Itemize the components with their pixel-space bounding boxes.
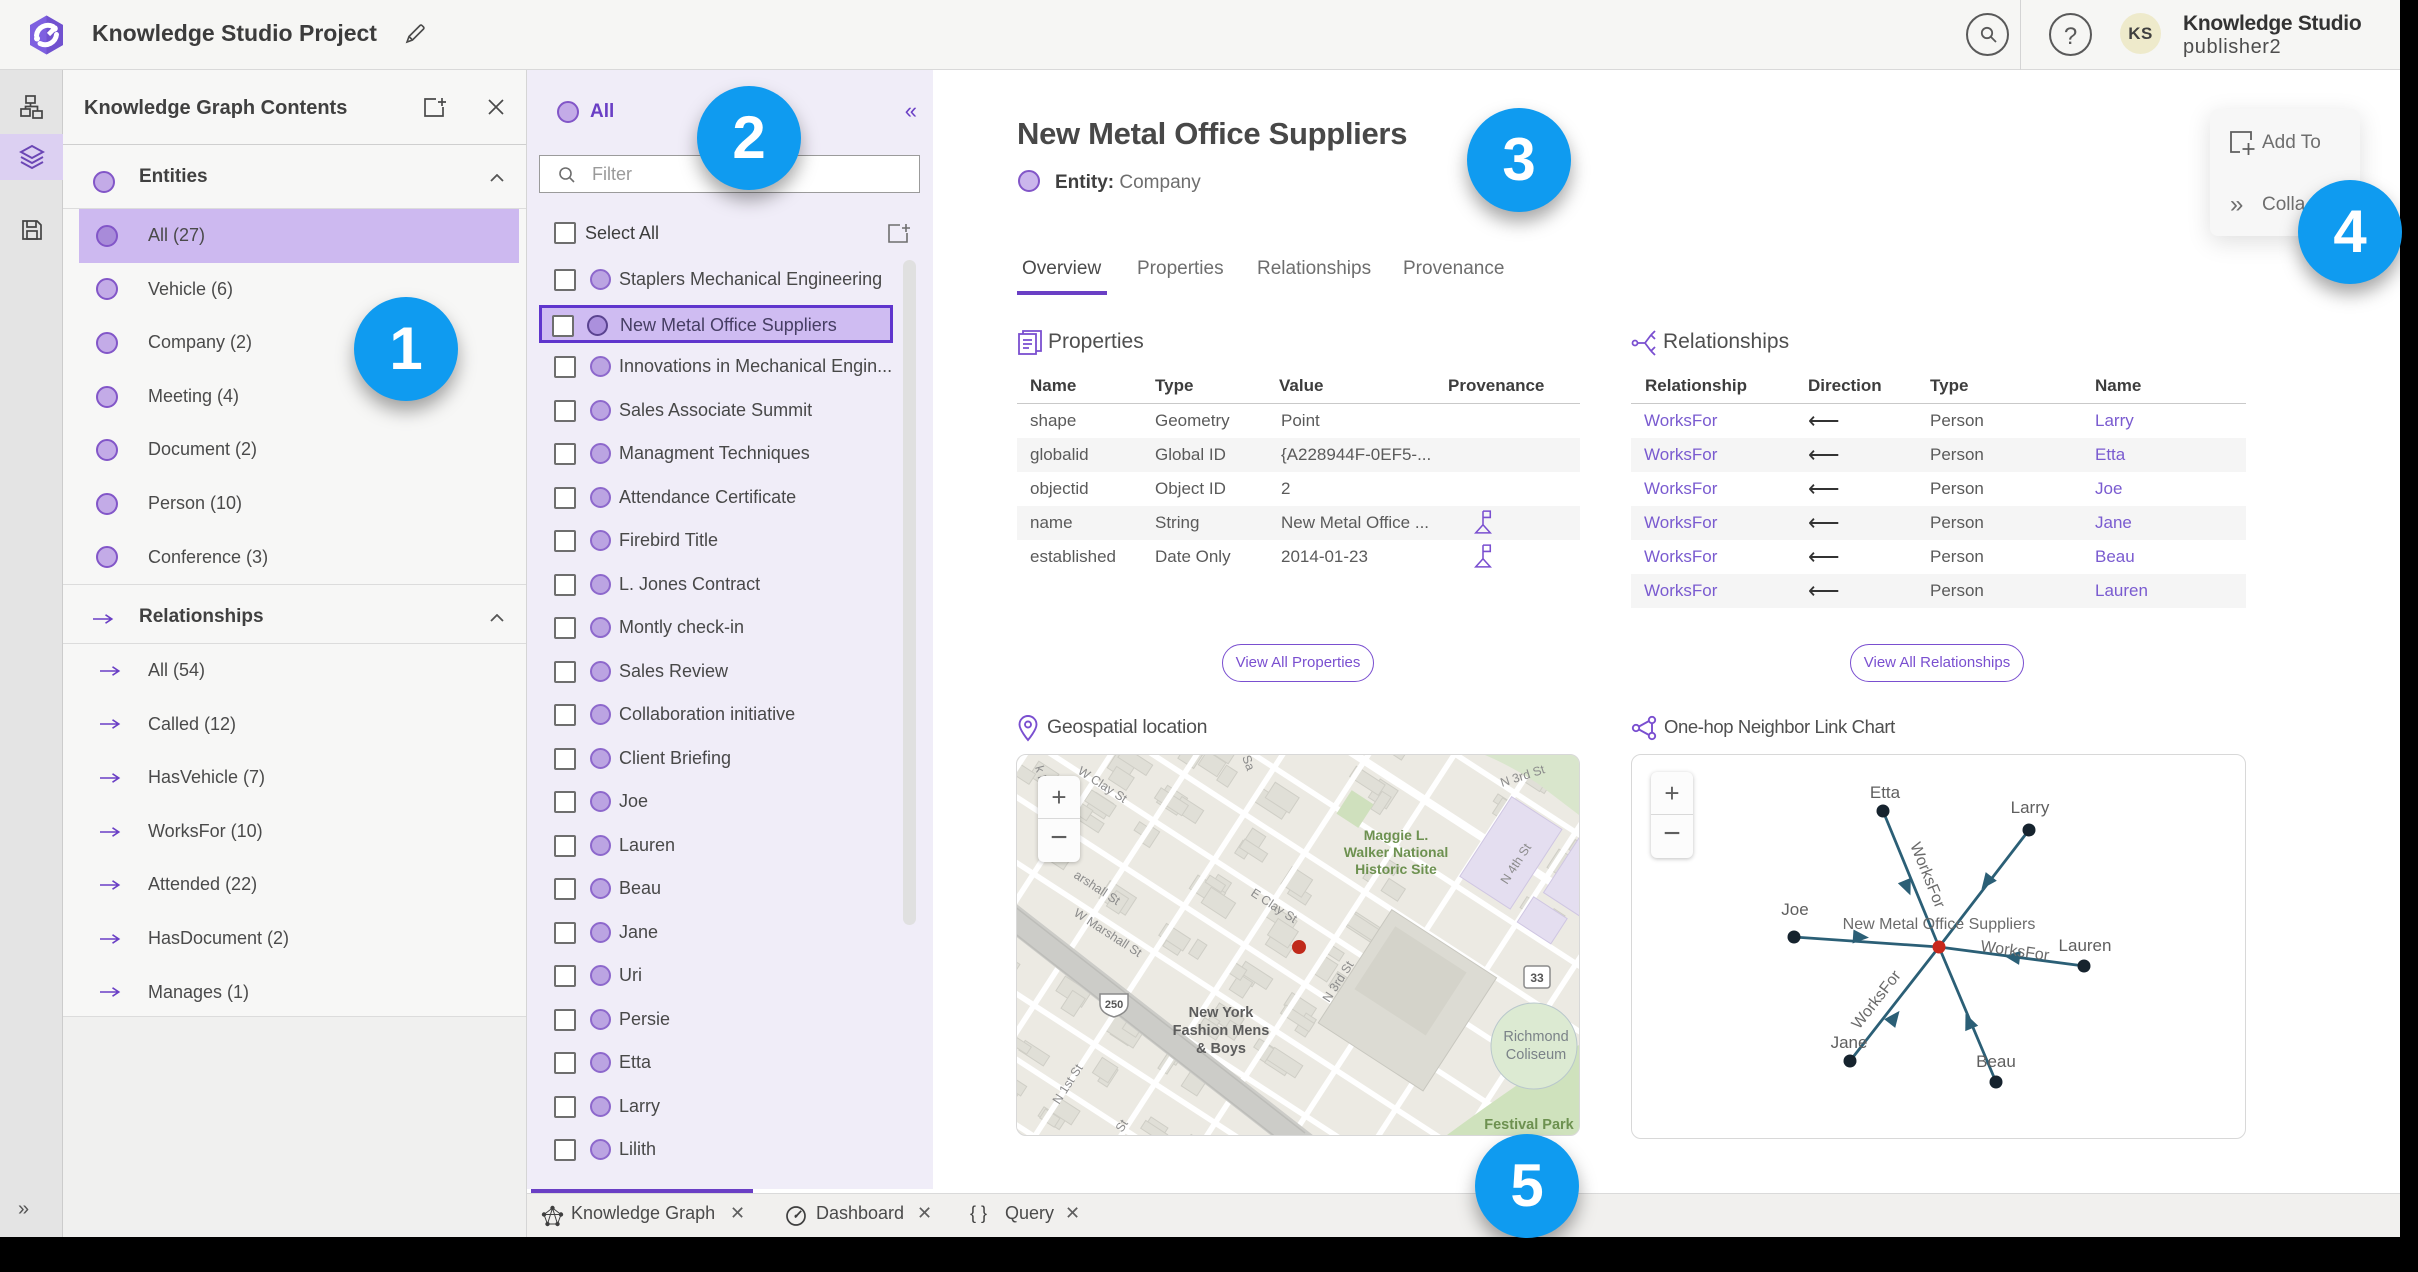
svg-text:Larry: Larry (2011, 798, 2050, 817)
svg-text:New York: New York (1189, 1005, 1255, 1021)
svg-text:Joe: Joe (1781, 900, 1808, 919)
svg-text:Walker National: Walker National (1344, 844, 1449, 860)
svg-text:250: 250 (1105, 999, 1123, 1011)
svg-text:Jane: Jane (1831, 1033, 1868, 1052)
svg-text:Fashion Mens: Fashion Mens (1173, 1023, 1270, 1039)
svg-text:Coliseum: Coliseum (1506, 1047, 1566, 1063)
svg-text:Lauren: Lauren (2059, 936, 2112, 955)
svg-text:WorksFor: WorksFor (1906, 840, 1948, 911)
svg-text:Sa: Sa (1239, 755, 1257, 772)
svg-text:Maggie L.: Maggie L. (1364, 827, 1429, 843)
svg-text:Festival Park: Festival Park (1484, 1117, 1574, 1133)
svg-text:Historic Site: Historic Site (1355, 861, 1437, 877)
svg-text:33: 33 (1530, 971, 1544, 985)
svg-text:New Metal Office Suppliers: New Metal Office Suppliers (1843, 916, 2036, 933)
svg-text:& Boys: & Boys (1196, 1041, 1246, 1057)
svg-text:Beau: Beau (1976, 1052, 2016, 1071)
svg-text:Etta: Etta (1870, 783, 1901, 802)
svg-text:Richmond: Richmond (1503, 1029, 1568, 1045)
